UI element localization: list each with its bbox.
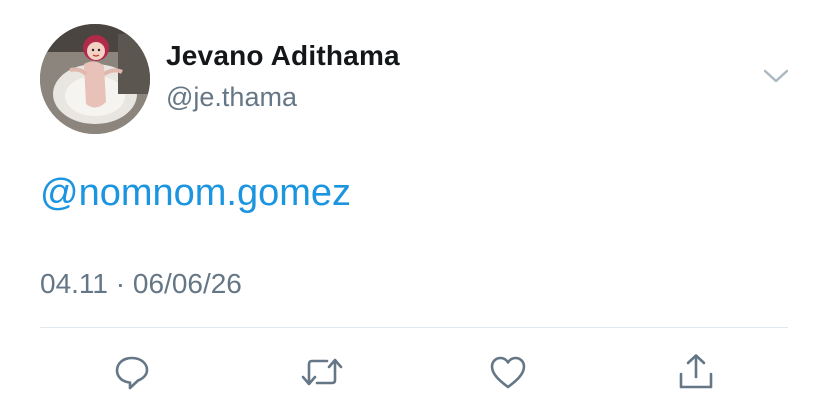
retweet-icon [300,353,344,391]
mention-link[interactable]: @nomnom.gomez [40,172,351,214]
tweet-timestamp[interactable]: 04.11 · 06/06/26 [40,268,242,300]
reply-icon [113,353,151,391]
reply-button[interactable] [105,345,159,399]
author-display-name[interactable]: Jevano Adithama [166,40,400,72]
tweet-card: Jevano Adithama @je.thama @nomnom.gomez … [0,0,828,417]
share-icon [676,352,716,392]
share-button[interactable] [669,345,723,399]
author-handle[interactable]: @je.thama [166,82,297,113]
tweet-text: @nomnom.gomez [40,172,351,215]
like-button[interactable] [481,345,535,399]
avatar[interactable] [40,24,150,134]
tweet-menu-button[interactable] [756,62,796,94]
tweet-date: 06/06/26 [132,268,242,299]
tweet-time: 04.11 [40,268,108,299]
divider [40,327,788,328]
like-icon [488,353,528,391]
tweet-actions [0,345,828,399]
retweet-button[interactable] [295,345,349,399]
timestamp-separator: · [115,268,126,299]
chevron-down-icon [763,68,789,89]
